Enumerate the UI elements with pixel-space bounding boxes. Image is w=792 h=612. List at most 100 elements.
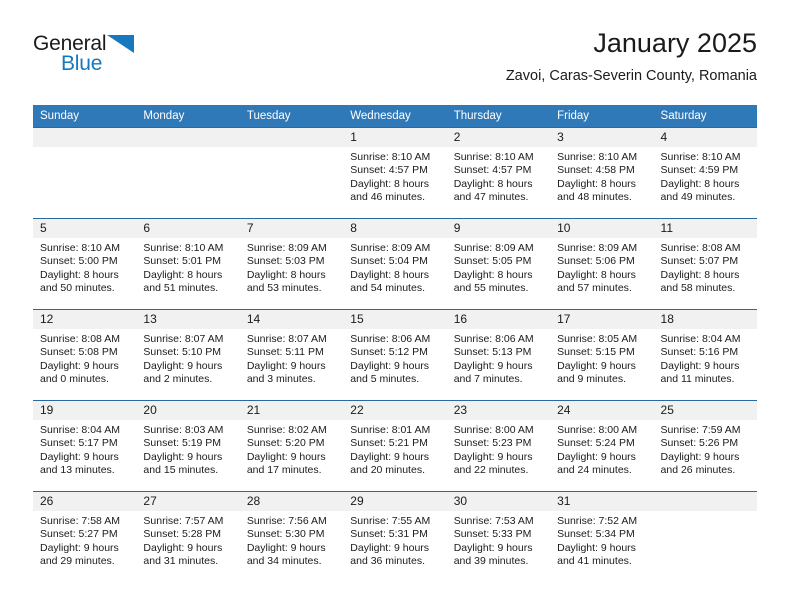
daylight-text: Daylight: 9 hours [453, 359, 533, 372]
day-cell[interactable]: 20 Sunrise: 8:03 AM Sunset: 5:19 PM Dayligh… [136, 401, 240, 491]
day-cell[interactable]: 5 Sunrise: 8:10 AM Sunset: 5:00 PM Daylight… [33, 219, 137, 309]
day-cell[interactable]: 2 Sunrise: 8:10 AM Sunset: 4:57 PM Daylight… [446, 128, 551, 218]
day-cell[interactable]: 16 Sunrise: 8:06 AM Sunset: 5:13 PM Dayligh… [446, 310, 551, 400]
sunrise-text: Sunrise: 7:52 AM [557, 515, 638, 527]
daylight-text: Daylight: 9 hours [246, 541, 326, 554]
calendar-cell: 9 Sunrise: 8:09 AM Sunset: 5:05 PM Daylight… [446, 218, 551, 310]
daylight-text: Daylight: 9 hours [246, 359, 326, 372]
sunrise-text: Sunrise: 8:00 AM [557, 424, 638, 436]
day-cell[interactable]: 10 Sunrise: 8:09 AM Sunset: 5:06 PM Dayligh… [550, 219, 654, 309]
day-cell[interactable]: 3 Sunrise: 8:10 AM Sunset: 4:58 PM Daylight… [550, 128, 654, 218]
calendar-cell: 13 Sunrise: 8:07 AM Sunset: 5:10 PM Dayligh… [136, 309, 240, 401]
day-number: 23 [446, 401, 551, 420]
daylight-text: Daylight: 9 hours [246, 450, 326, 463]
page-header: General Blue January 2025 Zavoi, Caras-S… [33, 26, 757, 100]
day-cell[interactable]: 22 Sunrise: 8:01 AM Sunset: 5:21 PM Dayligh… [343, 401, 447, 491]
sunset-text: Sunset: 4:59 PM [660, 164, 739, 177]
day-cell[interactable]: 12 Sunrise: 8:08 AM Sunset: 5:08 PM Dayligh… [33, 310, 137, 400]
day-details [136, 147, 239, 151]
daylight-text: Daylight: 9 hours [40, 541, 119, 554]
day-cell[interactable]: 25 Sunrise: 7:59 AM Sunset: 5:26 PM Dayligh… [653, 401, 757, 491]
sunrise-sunset-calendar: Sunday Monday Tuesday Wednesday Thursday Frid… [33, 105, 757, 582]
day-details: Sunrise: 7:59 AM Sunset: 5:26 PM Daylight:… [654, 420, 757, 478]
day-cell[interactable]: 1 Sunrise: 8:10 AM Sunset: 4:57 PM Daylight… [343, 128, 447, 218]
sunset-text: Sunset: 5:05 PM [453, 255, 532, 268]
sunrise-text: Sunrise: 8:08 AM [660, 242, 741, 254]
daylight-text: Daylight: 9 hours [557, 541, 636, 554]
calendar-cell: 17 Sunrise: 8:05 AM Sunset: 5:15 PM Dayligh… [550, 309, 654, 401]
daylight-text: and 36 minutes. [350, 555, 425, 568]
daylight-text: and 58 minutes. [660, 282, 736, 295]
general-blue-logo[interactable]: General Blue [33, 32, 153, 82]
calendar-cell: 4 Sunrise: 8:10 AM Sunset: 4:59 PM Daylight… [653, 127, 757, 219]
day-details: Sunrise: 8:06 AM Sunset: 5:12 PM Daylight:… [343, 329, 446, 387]
daylight-text: Daylight: 9 hours [143, 541, 223, 554]
calendar-cell [239, 127, 344, 219]
day-details: Sunrise: 8:10 AM Sunset: 4:59 PM Daylight:… [654, 147, 757, 205]
daylight-text: Daylight: 9 hours [557, 450, 636, 463]
day-cell[interactable]: 17 Sunrise: 8:05 AM Sunset: 5:15 PM Dayligh… [550, 310, 654, 400]
sunset-text: Sunset: 5:08 PM [40, 346, 118, 359]
day-cell[interactable]: 30 Sunrise: 7:53 AM Sunset: 5:33 PM Dayligh… [446, 492, 551, 582]
day-details: Sunrise: 8:09 AM Sunset: 5:06 PM Daylight:… [550, 238, 653, 296]
day-number: 26 [33, 492, 137, 511]
daylight-text: Daylight: 8 hours [350, 177, 430, 190]
sunset-text: Sunset: 5:13 PM [453, 346, 532, 359]
day-cell[interactable]: 24 Sunrise: 8:00 AM Sunset: 5:24 PM Dayligh… [550, 401, 654, 491]
sunrise-text: Sunrise: 8:10 AM [40, 242, 120, 254]
daylight-text: Daylight: 8 hours [660, 268, 740, 281]
calendar-cell: 27 Sunrise: 7:57 AM Sunset: 5:28 PM Dayligh… [136, 491, 240, 582]
day-cell[interactable]: 23 Sunrise: 8:00 AM Sunset: 5:23 PM Dayligh… [446, 401, 551, 491]
day-cell[interactable]: 28 Sunrise: 7:56 AM Sunset: 5:30 PM Dayligh… [239, 492, 344, 582]
daylight-text: and 17 minutes. [246, 464, 322, 477]
sunset-text: Sunset: 5:28 PM [143, 528, 222, 541]
day-number: 24 [550, 401, 654, 420]
sunrise-text: Sunrise: 8:10 AM [660, 151, 741, 163]
day-cell[interactable]: 21 Sunrise: 8:02 AM Sunset: 5:20 PM Dayligh… [239, 401, 344, 491]
day-cell[interactable]: 7 Sunrise: 8:09 AM Sunset: 5:03 PM Daylight… [239, 219, 344, 309]
day-cell[interactable]: 27 Sunrise: 7:57 AM Sunset: 5:28 PM Dayligh… [136, 492, 240, 582]
day-details: Sunrise: 8:06 AM Sunset: 5:13 PM Daylight:… [447, 329, 550, 387]
daylight-text: and 31 minutes. [143, 555, 219, 568]
daylight-text: Daylight: 9 hours [143, 450, 223, 463]
day-cell[interactable]: 13 Sunrise: 8:07 AM Sunset: 5:10 PM Dayligh… [136, 310, 240, 400]
day-cell[interactable]: 29 Sunrise: 7:55 AM Sunset: 5:31 PM Dayligh… [343, 492, 447, 582]
daylight-text: and 22 minutes. [453, 464, 529, 477]
calendar-cell [33, 127, 137, 219]
calendar-cell: 2 Sunrise: 8:10 AM Sunset: 4:57 PM Daylight… [446, 127, 551, 219]
day-number: 14 [239, 310, 344, 329]
daylight-text: Daylight: 8 hours [246, 268, 326, 281]
daylight-text: and 2 minutes. [143, 373, 213, 386]
day-cell[interactable]: 15 Sunrise: 8:06 AM Sunset: 5:12 PM Dayligh… [343, 310, 447, 400]
day-cell[interactable]: 31 Sunrise: 7:52 AM Sunset: 5:34 PM Dayligh… [550, 492, 654, 582]
daylight-text: and 55 minutes. [453, 282, 529, 295]
day-cell[interactable]: 19 Sunrise: 8:04 AM Sunset: 5:17 PM Dayligh… [33, 401, 137, 491]
day-cell[interactable]: 8 Sunrise: 8:09 AM Sunset: 5:04 PM Daylight… [343, 219, 447, 309]
calendar-cell: 14 Sunrise: 8:07 AM Sunset: 5:11 PM Dayligh… [239, 309, 344, 401]
sunrise-text: Sunrise: 8:04 AM [660, 333, 741, 345]
day-cell[interactable]: 14 Sunrise: 8:07 AM Sunset: 5:11 PM Dayligh… [239, 310, 344, 400]
day-number: 10 [550, 219, 654, 238]
sunrise-text: Sunrise: 8:10 AM [557, 151, 638, 163]
day-number: 18 [653, 310, 757, 329]
day-details: Sunrise: 7:56 AM Sunset: 5:30 PM Daylight:… [240, 511, 343, 569]
daylight-text: and 39 minutes. [453, 555, 529, 568]
sunset-text: Sunset: 5:12 PM [350, 346, 428, 359]
day-cell[interactable]: 4 Sunrise: 8:10 AM Sunset: 4:59 PM Daylight… [653, 128, 757, 218]
day-cell[interactable]: 9 Sunrise: 8:09 AM Sunset: 5:05 PM Daylight… [446, 219, 551, 309]
sunset-text: Sunset: 5:00 PM [40, 255, 118, 268]
day-cell[interactable]: 26 Sunrise: 7:58 AM Sunset: 5:27 PM Dayligh… [33, 492, 137, 582]
daylight-text: and 29 minutes. [40, 555, 115, 568]
calendar-cell: 7 Sunrise: 8:09 AM Sunset: 5:03 PM Daylight… [239, 218, 344, 310]
daylight-text: Daylight: 9 hours [453, 541, 533, 554]
sunset-text: Sunset: 5:07 PM [660, 255, 739, 268]
day-details: Sunrise: 8:00 AM Sunset: 5:23 PM Daylight:… [447, 420, 550, 478]
day-cell[interactable]: 11 Sunrise: 8:08 AM Sunset: 5:07 PM Dayligh… [653, 219, 757, 309]
sunset-text: Sunset: 5:31 PM [350, 528, 428, 541]
day-number: 21 [239, 401, 344, 420]
calendar-cell [136, 127, 240, 219]
sunrise-text: Sunrise: 7:58 AM [40, 515, 120, 527]
day-cell[interactable]: 18 Sunrise: 8:04 AM Sunset: 5:16 PM Dayligh… [653, 310, 757, 400]
day-cell[interactable]: 6 Sunrise: 8:10 AM Sunset: 5:01 PM Daylight… [136, 219, 240, 309]
calendar-body: 1 Sunrise: 8:10 AM Sunset: 4:57 PM Daylight… [33, 127, 757, 582]
